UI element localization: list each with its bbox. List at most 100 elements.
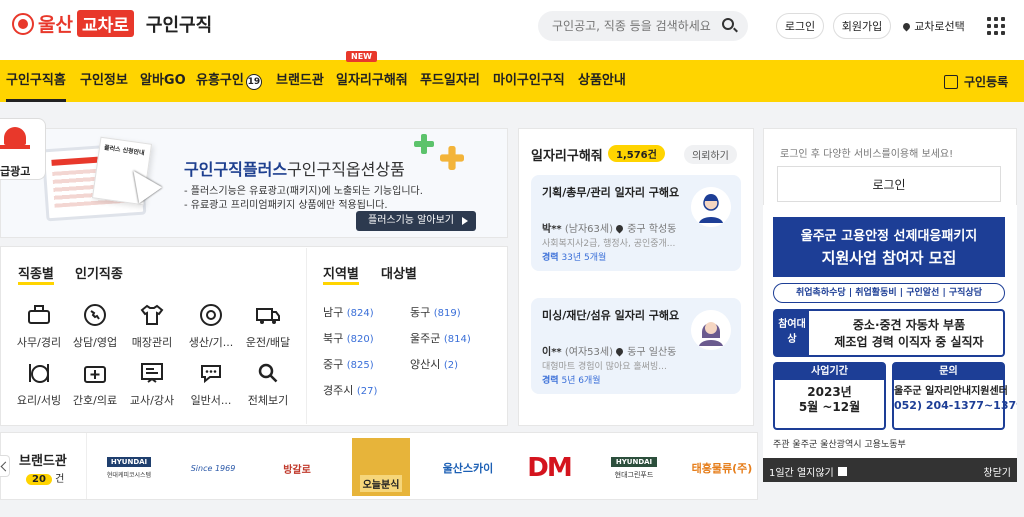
- cat-view-all[interactable]: 전체보기: [243, 360, 293, 408]
- job-register-label: 구인등록: [964, 75, 1009, 89]
- siren-base: [0, 145, 30, 149]
- region-count: (814): [443, 334, 471, 345]
- new-tag: NEW: [346, 51, 377, 62]
- ad-contact-name: 울주군 일자리안내지원센터: [894, 386, 1008, 397]
- office-icon: [28, 305, 50, 324]
- cat-cooking[interactable]: 요리/서빙: [14, 360, 64, 408]
- request-button[interactable]: 의뢰하기: [684, 145, 737, 164]
- region-item[interactable]: 울주군 (814): [410, 330, 471, 346]
- header: 울산 교차로 구인구직 로그인 회원가입 교차로선택: [0, 0, 1024, 60]
- ad-headline: 울주군 고용안정 선제대응패키지 지원사업 참여자 모집: [773, 217, 1005, 277]
- region-select-button[interactable]: 교차로선택: [898, 13, 970, 39]
- brand-logo-hyundai-green[interactable]: HYUNDAI 현대그린푸드: [604, 450, 664, 486]
- ad-period-year: 2023년: [807, 385, 852, 399]
- region-count: (27): [356, 386, 378, 397]
- tab-job-type[interactable]: 직종별: [18, 263, 54, 285]
- location-pin-icon: [901, 21, 912, 31]
- close-popup-button[interactable]: 창닫기: [983, 464, 1011, 479]
- cat-production[interactable]: 생산/기...: [186, 302, 236, 350]
- nav-food-jobs[interactable]: 푸드일자리: [420, 60, 480, 102]
- nav-albago[interactable]: 알바GO: [140, 60, 186, 102]
- nav-my-jobs[interactable]: 마이구인구직: [493, 60, 565, 102]
- nav-job-request[interactable]: 일자리구해줘: [336, 60, 408, 102]
- job-register-button[interactable]: 구인등록: [944, 73, 1008, 90]
- region-item[interactable]: 경주시 (27): [323, 382, 377, 398]
- login-button[interactable]: 로그인: [776, 13, 824, 39]
- seeker-info: (여자53세): [564, 347, 613, 358]
- brand-logo-text: HYUNDAI: [610, 456, 658, 467]
- cat-store-label: 매장관리: [131, 336, 173, 349]
- brand-logo-ulsansky[interactable]: 울산스카이: [438, 450, 498, 486]
- ad-sponsors: 주관 울주군 울산광역시 고용노동부: [773, 440, 906, 450]
- cat-office[interactable]: 사무/경리: [14, 302, 64, 350]
- signup-button[interactable]: 회원가입: [833, 13, 891, 39]
- cat-teacher[interactable]: 교사/강사: [127, 360, 177, 408]
- site-logo[interactable]: 울산 교차로 구인구직: [12, 10, 212, 37]
- male-avatar-icon: [691, 187, 731, 227]
- cat-medical[interactable]: 간호/의료: [70, 360, 120, 408]
- region-count: (820): [346, 334, 374, 345]
- seeker-desc: 대형마트 경험이 많아요 홀써빙...: [542, 362, 667, 372]
- region-item[interactable]: 북구 (820): [323, 330, 374, 346]
- all-menu-grid-icon[interactable]: [987, 17, 1005, 35]
- cat-service[interactable]: 일반서...: [186, 360, 236, 408]
- region-item[interactable]: 동구 (819): [410, 304, 461, 320]
- tab-popular-jobs[interactable]: 인기직종: [75, 263, 123, 282]
- cat-driving-label: 운전/배달: [245, 336, 291, 349]
- ad-headline-2: 지원사업 참여자 모집: [821, 249, 957, 267]
- banner-title: 구인구직플러스구인구직옵션상품: [184, 156, 405, 180]
- ad-tags: 취업촉하수당 | 취업활동비 | 구인알선 | 구직상담: [773, 283, 1005, 303]
- nav-brand[interactable]: 브랜드관: [276, 60, 324, 102]
- brand-count-value: 20: [26, 474, 52, 485]
- brand-logo-oneul[interactable]: 오늘분식: [352, 438, 410, 496]
- brand-prev-button[interactable]: [0, 455, 10, 477]
- plus-orange-icon: [440, 146, 464, 170]
- popup-ad[interactable]: 울주군 고용안정 선제대응패키지 지원사업 참여자 모집 취업촉하수당 | 취업…: [763, 205, 1017, 458]
- search-input[interactable]: [538, 11, 748, 41]
- region-name: 중구: [323, 358, 344, 371]
- phone-chat-icon: [84, 304, 106, 326]
- nav-products[interactable]: 상품안내: [578, 60, 626, 102]
- region-name: 남구: [323, 306, 344, 319]
- seeker-location: 중구 학성동: [627, 224, 677, 235]
- popup-ad-footer: 1일간 열지않기 창닫기: [763, 458, 1017, 482]
- cat-view-all-label: 전체보기: [247, 394, 289, 407]
- region-item[interactable]: 남구 (824): [323, 304, 374, 320]
- region-item[interactable]: 양산시 (2): [410, 356, 458, 372]
- tab-region[interactable]: 지역별: [323, 263, 359, 285]
- logo-service-name: 구인구직: [145, 14, 213, 36]
- brand-logo-text: 오늘분식: [359, 475, 403, 492]
- job-seeker-card[interactable]: 미싱/재단/섬유 일자리 구해요 이** (여자53세) 동구 일산동 대형마트…: [531, 298, 741, 394]
- hide-today-checkbox[interactable]: [837, 467, 847, 476]
- region-item[interactable]: 중구 (825): [323, 356, 374, 372]
- brand-logo-hyundai-kefico[interactable]: HYUNDAI 현대케피코시스템: [104, 450, 154, 486]
- seeker-desc: 사회복지사2급, 행정사, 공인중개...: [542, 239, 676, 249]
- region-name: 울주군: [410, 332, 441, 345]
- brand-logo-since1969[interactable]: Since 1969: [190, 450, 236, 486]
- brand-count: 20 건: [26, 470, 64, 485]
- ad-contact-phone: 052) 204-1377~1379: [894, 399, 1017, 412]
- hide-today-option[interactable]: 1일간 열지않기: [769, 464, 847, 479]
- brand-logo-bangalo[interactable]: 방갈로: [270, 450, 324, 486]
- nav-job-info[interactable]: 구인정보: [80, 60, 128, 102]
- tab-target[interactable]: 대상별: [381, 263, 417, 282]
- job-request-title[interactable]: 일자리구해줘: [531, 145, 603, 164]
- ad-target-text: 중소·중견 자동차 부품 제조업 경력 이직자 중 실직자: [817, 317, 1001, 351]
- sidebar-login-button[interactable]: 로그인: [777, 166, 1001, 202]
- job-seeker-card[interactable]: 기획/총무/관리 일자리 구해요 박** (남자63세) 중구 학성동 사회복지…: [531, 175, 741, 271]
- cat-cooking-label: 요리/서빙: [16, 394, 62, 407]
- cat-consult[interactable]: 상담/영업: [70, 302, 120, 350]
- exp-label: 경력: [542, 376, 559, 386]
- search-icon[interactable]: [722, 18, 734, 30]
- urgent-ad-tab[interactable]: 급광고: [0, 118, 46, 180]
- brand-logo-taeheung[interactable]: 태흥물류(주): [690, 450, 754, 486]
- banner-title-bold: 구인구직플러스: [184, 160, 288, 179]
- brand-label: 브랜드관: [19, 454, 67, 469]
- brand-logo-dm[interactable]: DM: [526, 450, 572, 486]
- cat-store[interactable]: 매장관리: [127, 302, 177, 350]
- nav-adult-jobs[interactable]: 유흥구인 19: [196, 60, 262, 102]
- seeker-title: 미싱/재단/섬유 일자리 구해요: [542, 309, 680, 322]
- plus-learn-more-button[interactable]: 플러스기능 알아보기: [356, 211, 476, 231]
- nav-job-home[interactable]: 구인구직홈: [6, 60, 66, 102]
- cat-driving[interactable]: 운전/배달: [243, 302, 293, 350]
